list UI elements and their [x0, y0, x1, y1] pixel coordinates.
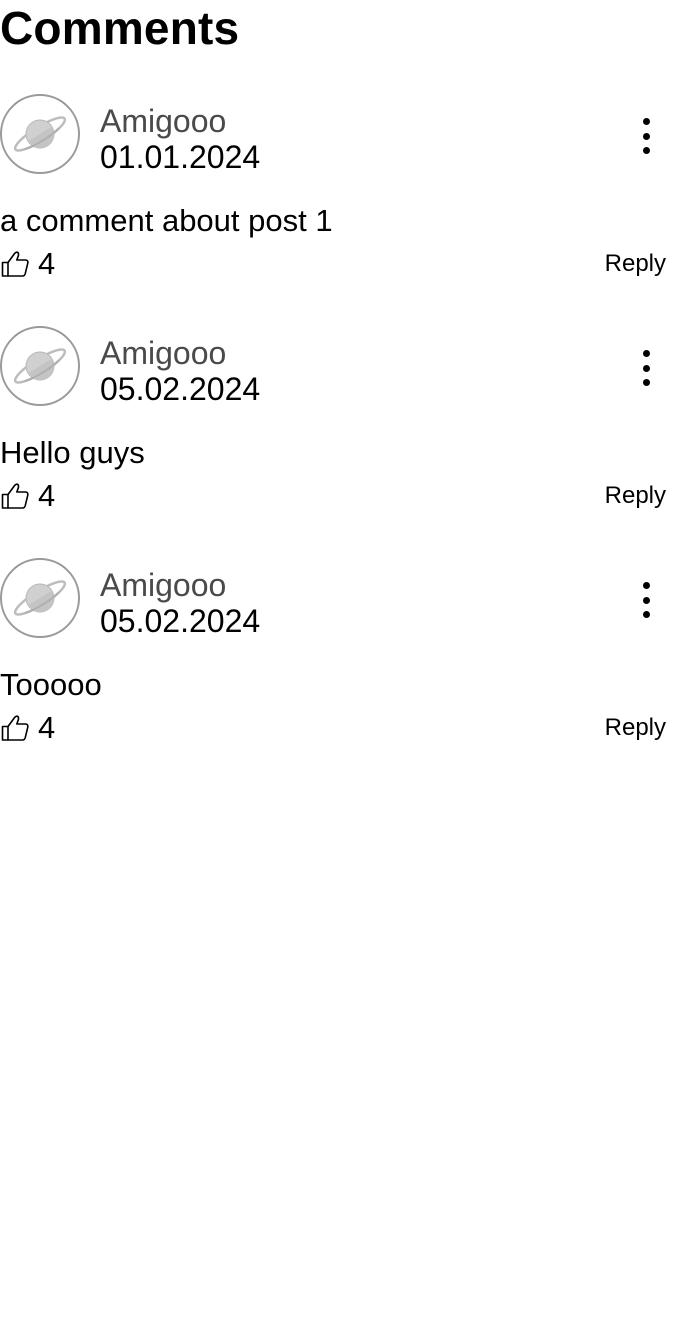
like-button[interactable]: 4: [0, 478, 55, 514]
comment-date: 05.02.2024: [100, 603, 261, 639]
avatar[interactable]: [0, 558, 80, 638]
comment-item: Amigooo 05.02.2024 Tooooo 4 Reply: [0, 558, 686, 758]
like-count: 4: [38, 710, 56, 745]
comment-text: Tooooo: [0, 667, 102, 702]
more-options-button[interactable]: [628, 112, 664, 160]
comment-author[interactable]: Amigooo: [100, 102, 226, 140]
thumbs-up-icon: [1, 483, 29, 509]
comment-item: Amigooo 05.02.2024 Hello guys 4 Reply: [0, 326, 686, 526]
comment-item: Amigooo 01.01.2024 a comment about post …: [0, 94, 686, 294]
more-options-button[interactable]: [628, 576, 664, 624]
like-button[interactable]: 4: [0, 246, 55, 282]
reply-button[interactable]: Reply: [605, 248, 666, 280]
comment-author[interactable]: Amigooo: [100, 334, 226, 372]
comment-text: a comment about post 1: [0, 203, 333, 238]
planet-icon: [13, 580, 67, 616]
planet-icon: [13, 116, 67, 152]
reply-button[interactable]: Reply: [605, 712, 666, 744]
comment-date: 01.01.2024: [100, 139, 261, 175]
more-vertical-icon: [642, 582, 650, 589]
comment-date: 05.02.2024: [100, 371, 261, 407]
like-count: 4: [38, 246, 56, 281]
thumbs-up-icon: [1, 251, 29, 277]
avatar[interactable]: [0, 94, 80, 174]
avatar[interactable]: [0, 326, 80, 406]
page-title: Comments: [0, 2, 240, 54]
comment-author[interactable]: Amigooo: [100, 566, 226, 604]
more-vertical-icon: [642, 350, 650, 357]
comment-text: Hello guys: [0, 435, 145, 470]
thumbs-up-icon: [1, 715, 29, 741]
more-vertical-icon: [642, 118, 650, 125]
like-button[interactable]: 4: [0, 710, 55, 746]
reply-button[interactable]: Reply: [605, 480, 666, 512]
like-count: 4: [38, 478, 56, 513]
more-options-button[interactable]: [628, 344, 664, 392]
planet-icon: [13, 348, 67, 384]
